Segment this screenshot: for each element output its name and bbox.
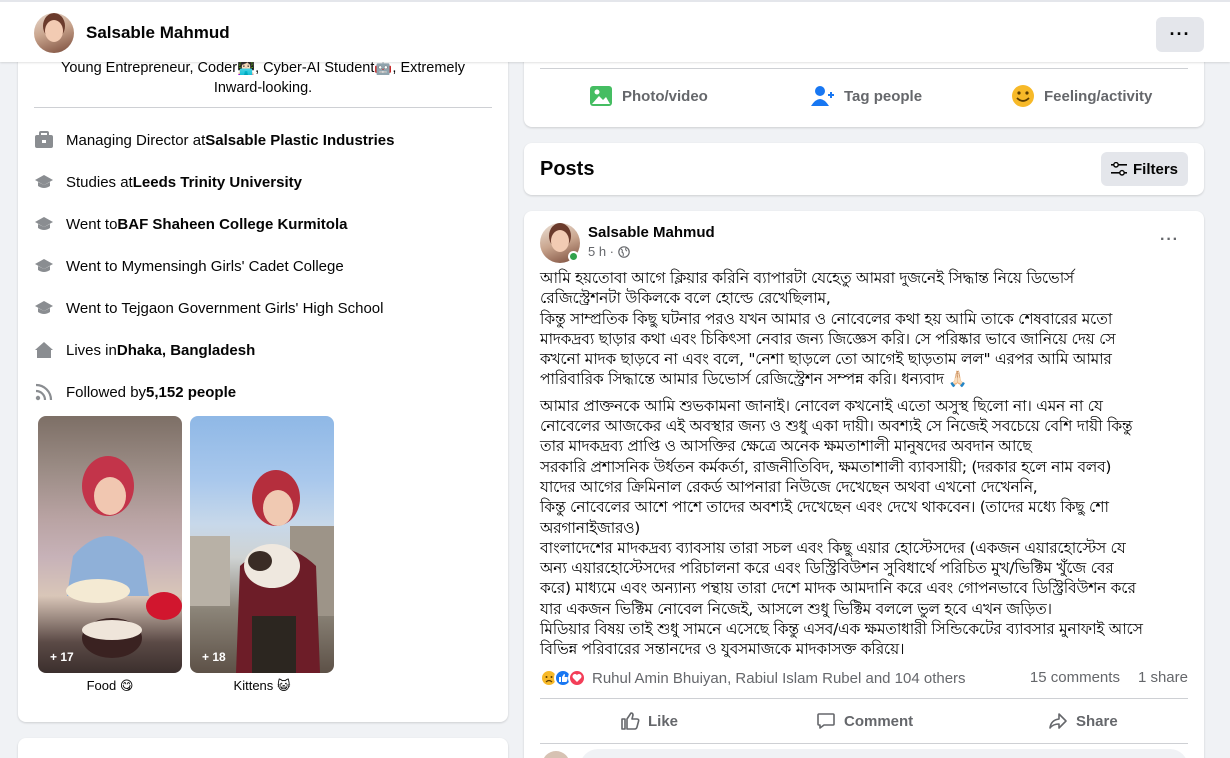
- post-divider: [540, 698, 1188, 699]
- info-work: Managing Director at Salsable Plastic In…: [34, 128, 395, 152]
- posts-title: Posts: [540, 158, 595, 180]
- bio-line-2: Inward-looking.: [213, 80, 313, 96]
- post-more-button[interactable]: ···: [1160, 231, 1179, 249]
- post-text: আমি হয়তোবা আগে ক্লিয়ার করিনি ব্যাপারটা…: [540, 268, 1192, 666]
- location-link[interactable]: Dhaka, Bangladesh: [117, 342, 255, 359]
- shares-count[interactable]: 1 share: [1138, 669, 1188, 686]
- college-link[interactable]: BAF Shaheen College Kurmitola: [117, 216, 347, 233]
- intro-card: Young Entrepreneur, Coder👩🏻‍💻, Cyber-AI …: [18, 48, 508, 722]
- album-food[interactable]: + 17: [38, 416, 182, 673]
- comment-input[interactable]: [580, 749, 1188, 758]
- like-button[interactable]: Like: [620, 710, 678, 732]
- filters-button[interactable]: Filters: [1101, 152, 1188, 186]
- followers-link[interactable]: 5,152 people: [146, 384, 236, 401]
- tag-people-icon: [810, 83, 836, 109]
- info-college: Went to BAF Shaheen College Kurmitola: [34, 212, 347, 236]
- post-meta: 5 h ·: [588, 244, 630, 259]
- reactors-names[interactable]: Ruhul Amin Bhuiyan, Rabiul Islam Rubel a…: [592, 670, 966, 687]
- next-left-card: [18, 738, 508, 758]
- bio-text: Young Entrepreneur, Coder👩🏻‍💻, Cyber-AI …: [18, 58, 508, 98]
- composer-divider: [540, 68, 1188, 69]
- graduation-cap-icon: [34, 172, 54, 192]
- album-food-count: + 17: [50, 650, 74, 664]
- comment-bubble-icon: [816, 711, 836, 731]
- share-arrow-icon: [1048, 711, 1068, 731]
- online-status-dot: [568, 251, 579, 262]
- post-timestamp[interactable]: 5 h ·: [588, 244, 614, 259]
- love-reaction-icon: [568, 669, 586, 687]
- reactions-summary[interactable]: Ruhul Amin Bhuiyan, Rabiul Islam Rubel a…: [540, 668, 966, 688]
- comments-count[interactable]: 15 comments: [1030, 669, 1120, 686]
- more-options-button[interactable]: ···: [1156, 17, 1204, 52]
- graduation-cap-icon: [34, 256, 54, 276]
- post-divider-bottom: [540, 743, 1188, 744]
- tag-people-button[interactable]: Tag people: [810, 84, 922, 108]
- intro-divider: [34, 107, 492, 108]
- commenter-avatar: [542, 751, 570, 758]
- graduation-cap-icon: [34, 298, 54, 318]
- photo-video-button[interactable]: Photo/video: [588, 84, 708, 108]
- post-author-name[interactable]: Salsable Mahmud: [588, 224, 715, 241]
- album-kittens-label[interactable]: Kittens 😺: [190, 678, 334, 694]
- profile-avatar[interactable]: [34, 13, 74, 53]
- photo-icon: [588, 83, 614, 109]
- rss-icon: [34, 382, 54, 402]
- comment-button[interactable]: Comment: [816, 710, 913, 732]
- filter-sliders-icon: [1110, 162, 1127, 176]
- workplace-link[interactable]: Salsable Plastic Industries: [205, 132, 394, 149]
- info-followers: Followed by 5,152 people: [34, 380, 236, 404]
- info-high-school: Went to Tejgaon Government Girls' High S…: [34, 296, 383, 320]
- profile-name[interactable]: Salsable Mahmud: [86, 23, 230, 43]
- album-food-picture: [66, 456, 182, 658]
- album-kittens[interactable]: + 18: [190, 416, 334, 673]
- album-kittens-count: + 18: [202, 650, 226, 664]
- globe-icon: [618, 245, 630, 258]
- posts-header: Posts Filters: [524, 143, 1204, 195]
- post-card: Salsable Mahmud 5 h · ··· আমি হয়তোবা আগ…: [524, 211, 1204, 758]
- album-food-label[interactable]: Food 😋: [38, 678, 182, 694]
- info-cadet-college: Went to Mymensingh Girls' Cadet College: [34, 254, 344, 278]
- smiley-icon: [1010, 83, 1036, 109]
- feeling-activity-button[interactable]: Feeling/activity: [1010, 84, 1152, 108]
- share-button[interactable]: Share: [1048, 710, 1118, 732]
- thumbs-up-icon: [620, 711, 640, 731]
- briefcase-icon: [34, 130, 54, 150]
- album-kittens-picture: [190, 470, 334, 673]
- university-link[interactable]: Leeds Trinity University: [133, 174, 302, 191]
- home-icon: [34, 340, 54, 360]
- info-lives-in: Lives in Dhaka, Bangladesh: [34, 338, 255, 362]
- profile-header-bar: Salsable Mahmud ···: [0, 0, 1230, 62]
- info-study: Studies at Leeds Trinity University: [34, 170, 302, 194]
- graduation-cap-icon: [34, 214, 54, 234]
- post-paragraph-1: আমি হয়তোবা আগে ক্লিয়ার করিনি ব্যাপারটা…: [540, 269, 1116, 389]
- post-stats: 15 comments 1 share: [1012, 669, 1188, 686]
- post-paragraph-2: আমার প্রাক্তনকে আমি শুভকামনা জানাই। নোবে…: [540, 396, 1143, 659]
